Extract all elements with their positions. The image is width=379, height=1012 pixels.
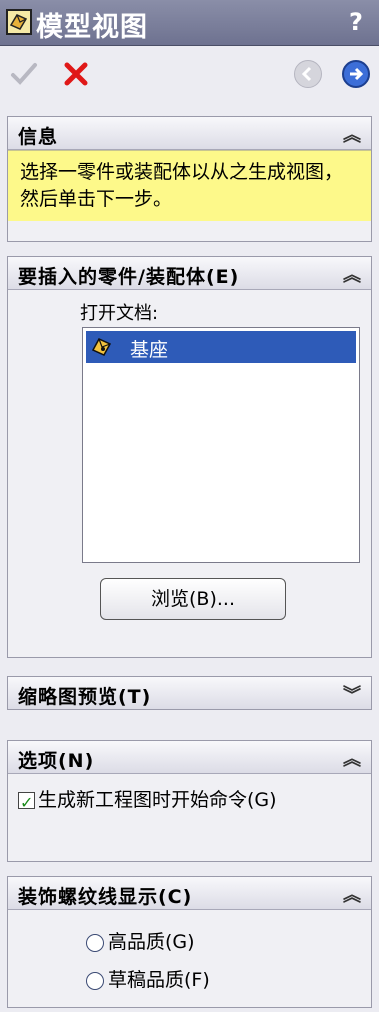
collapse-icon[interactable]: ︽: [343, 881, 361, 907]
check-icon: [11, 63, 37, 85]
model-view-icon: [6, 9, 32, 35]
options-panel: 选项(N) ︽ ✓ 生成新工程图时开始命令(G): [7, 740, 372, 862]
draft-quality-option[interactable]: 草稿品质(F): [86, 965, 210, 992]
start-command-option[interactable]: ✓ 生成新工程图时开始命令(G): [18, 787, 348, 814]
high-quality-label: 高品质(G): [108, 931, 195, 953]
start-command-label: 生成新工程图时开始命令(G): [38, 789, 277, 811]
info-panel-header[interactable]: 信息 ︽: [8, 117, 371, 150]
high-quality-option[interactable]: 高品质(G): [86, 927, 195, 954]
cosmetic-thread-panel: 装饰螺纹线显示(C) ︽ 高品质(G) 草稿品质(F): [7, 876, 372, 1008]
info-panel-title: 信息: [18, 126, 59, 148]
insert-part-panel-header[interactable]: 要插入的零件/装配体(E) ︽: [8, 257, 371, 290]
ok-button[interactable]: [8, 58, 40, 90]
info-panel: 信息 ︽ 选择一零件或装配体以从之生成视图，然后单击下一步。: [7, 116, 372, 242]
options-panel-header[interactable]: 选项(N) ︽: [8, 741, 371, 774]
draft-quality-radio[interactable]: [86, 971, 104, 990]
insert-part-panel: 要插入的零件/装配体(E) ︽ 打开文档: 基座 浏览(B)...: [7, 256, 372, 658]
title-bar: 模型视图 ?: [0, 0, 379, 46]
thumbnail-preview-panel: 缩略图预览(T) ︾: [7, 676, 372, 710]
collapse-icon[interactable]: ︽: [343, 261, 361, 287]
options-panel-title: 选项(N): [18, 750, 95, 772]
document-name: 基座: [130, 339, 169, 361]
thumbnail-preview-panel-title: 缩略图预览(T): [18, 686, 152, 708]
open-documents-list[interactable]: 基座: [82, 327, 360, 563]
draft-quality-label: 草稿品质(F): [108, 969, 210, 991]
next-button[interactable]: [340, 58, 372, 90]
thumbnail-preview-panel-header[interactable]: 缩略图预览(T) ︾: [8, 677, 371, 709]
x-icon: [64, 62, 88, 86]
cancel-button[interactable]: [60, 58, 92, 90]
back-button[interactable]: [292, 58, 324, 90]
left-arrow-icon: [294, 60, 322, 88]
collapse-icon[interactable]: ︽: [343, 121, 361, 147]
property-toolbar: [0, 46, 379, 102]
insert-part-panel-title: 要插入的零件/装配体(E): [18, 266, 240, 288]
help-button[interactable]: ?: [341, 6, 371, 38]
high-quality-radio[interactable]: [86, 933, 104, 952]
open-documents-label: 打开文档:: [80, 303, 159, 324]
collapse-icon[interactable]: ︽: [343, 745, 361, 771]
part-icon: [91, 338, 112, 356]
browse-button[interactable]: 浏览(B)...: [100, 578, 286, 620]
expand-icon[interactable]: ︾: [343, 681, 361, 707]
cosmetic-thread-panel-title: 装饰螺纹线显示(C): [18, 886, 193, 908]
info-message: 选择一零件或装配体以从之生成视图，然后单击下一步。: [8, 150, 371, 221]
cosmetic-thread-panel-header[interactable]: 装饰螺纹线显示(C) ︽: [8, 877, 371, 910]
list-item[interactable]: 基座: [86, 331, 356, 363]
right-arrow-icon: [342, 60, 370, 88]
start-command-checkbox[interactable]: ✓: [18, 792, 35, 812]
window-title: 模型视图: [36, 12, 148, 43]
check-icon: ✓: [20, 793, 34, 812]
